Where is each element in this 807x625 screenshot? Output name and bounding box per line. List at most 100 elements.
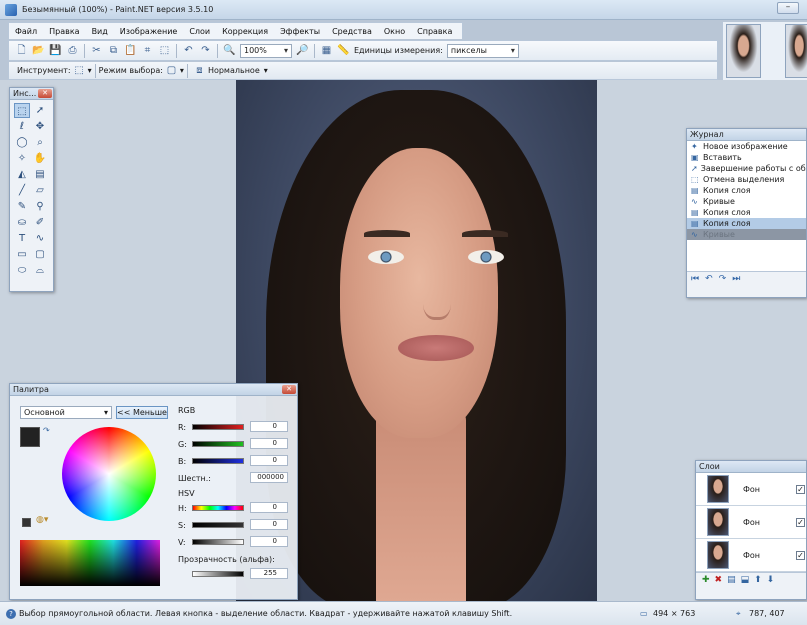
- layer-visibility-checkbox[interactable]: ✓: [796, 550, 805, 560]
- primary-color-swatch[interactable]: [20, 427, 40, 447]
- move-selection-icon[interactable]: ➚: [32, 103, 48, 118]
- menu-layers[interactable]: Слои: [183, 27, 216, 36]
- crop-icon[interactable]: ⌗: [141, 44, 154, 57]
- text-icon[interactable]: T: [14, 231, 30, 246]
- history-item-undone[interactable]: ∿ Кривые: [687, 229, 806, 240]
- redo-icon[interactable]: ↷: [199, 44, 212, 57]
- merge-layer-icon[interactable]: ⬓: [741, 575, 750, 585]
- palette-window-header[interactable]: Палитра ✕: [10, 384, 297, 396]
- menu-help[interactable]: Справка: [411, 27, 458, 36]
- history-item[interactable]: ▤ Копия слоя: [687, 185, 806, 196]
- palette-menu-icon[interactable]: ◍▾: [36, 515, 48, 525]
- add-layer-icon[interactable]: ✚: [702, 575, 710, 585]
- minimize-button[interactable]: –: [777, 2, 799, 14]
- paintbrush-icon[interactable]: ╱: [14, 183, 30, 198]
- less-button[interactable]: << Меньше: [116, 406, 168, 419]
- zoom-out-icon[interactable]: 🔍: [223, 44, 236, 57]
- recolor-icon[interactable]: ✐: [32, 215, 48, 230]
- lasso-icon[interactable]: ℓ: [14, 119, 30, 134]
- paint-bucket-icon[interactable]: ◭: [14, 167, 30, 182]
- duplicate-layer-icon[interactable]: ▤: [727, 575, 736, 585]
- rectangle-icon[interactable]: ▭: [14, 247, 30, 262]
- zoom-in-icon[interactable]: 🔎: [296, 44, 309, 57]
- hue-slider[interactable]: [192, 505, 244, 511]
- hex-value[interactable]: 000000: [250, 472, 288, 483]
- zoom-select[interactable]: 100%: [240, 43, 292, 58]
- save-icon[interactable]: 💾: [49, 44, 62, 57]
- alpha-value[interactable]: 255: [250, 568, 288, 579]
- green-value[interactable]: 0: [250, 438, 288, 449]
- red-slider[interactable]: [192, 424, 244, 430]
- red-value[interactable]: 0: [250, 421, 288, 432]
- paste-icon[interactable]: 📋: [124, 44, 137, 57]
- move-layer-down-icon[interactable]: ⬇: [767, 575, 775, 585]
- magic-wand-icon[interactable]: ✧: [14, 151, 30, 166]
- move-layer-up-icon[interactable]: ⬆: [754, 575, 762, 585]
- rectangle-select-icon[interactable]: ⬚: [14, 103, 30, 118]
- line-curve-icon[interactable]: ∿: [32, 231, 48, 246]
- step-back-icon[interactable]: ↶: [705, 274, 713, 284]
- layer-visibility-checkbox[interactable]: ✓: [796, 517, 805, 527]
- step-forward-icon[interactable]: ↷: [719, 274, 727, 284]
- layers-window-header[interactable]: Слои: [696, 461, 806, 473]
- image-thumbnail[interactable]: [726, 24, 761, 78]
- close-icon[interactable]: ✕: [282, 385, 296, 394]
- history-item[interactable]: ∿ Кривые: [687, 196, 806, 207]
- history-item[interactable]: ▣ Вставить: [687, 152, 806, 163]
- image-thumbnail[interactable]: [785, 24, 807, 78]
- menu-image[interactable]: Изображение: [114, 27, 184, 36]
- value-value[interactable]: 0: [250, 536, 288, 547]
- blend-mode-select[interactable]: Нормальное: [208, 66, 260, 75]
- zoom-icon[interactable]: ⌕: [32, 135, 48, 150]
- ellipse-icon[interactable]: ⬭: [14, 263, 30, 278]
- ellipse-select-icon[interactable]: ◯: [14, 135, 30, 150]
- menu-adjustments[interactable]: Коррекция: [216, 27, 274, 36]
- color-picker-icon[interactable]: ⚲: [32, 199, 48, 214]
- history-item[interactable]: ➚ Завершение работы с обл: [687, 163, 806, 174]
- history-item[interactable]: ⬚ Отмена выделения: [687, 174, 806, 185]
- pan-icon[interactable]: ✋: [32, 151, 48, 166]
- ruler-icon[interactable]: 📏: [337, 44, 350, 57]
- color-swatches[interactable]: [20, 540, 160, 586]
- history-item-selected[interactable]: ▤ Копия слоя: [687, 218, 806, 229]
- menu-window[interactable]: Окно: [378, 27, 411, 36]
- tool-dropdown-arrow[interactable]: ▾: [88, 66, 92, 75]
- blend-dropdown-arrow[interactable]: ▾: [264, 66, 268, 75]
- blue-slider[interactable]: [192, 458, 244, 464]
- history-item[interactable]: ✦ Новое изображение: [687, 141, 806, 152]
- print-icon[interactable]: ⎙: [66, 44, 79, 57]
- cut-icon[interactable]: ✂: [90, 44, 103, 57]
- units-select[interactable]: пикселы: [446, 43, 519, 58]
- mode-dropdown-arrow[interactable]: ▾: [180, 66, 184, 75]
- deselect-icon[interactable]: ⬚: [158, 44, 171, 57]
- pencil-icon[interactable]: ✎: [14, 199, 30, 214]
- eraser-icon[interactable]: ▱: [32, 183, 48, 198]
- menu-effects[interactable]: Эффекты: [274, 27, 326, 36]
- grid-icon[interactable]: ▦: [320, 44, 333, 57]
- tools-window-header[interactable]: Инс... ✕: [10, 88, 53, 100]
- freeform-shape-icon[interactable]: ⌓: [32, 263, 48, 278]
- delete-layer-icon[interactable]: ✖: [715, 575, 723, 585]
- fast-forward-icon[interactable]: ⏭: [732, 274, 740, 284]
- move-selected-icon[interactable]: ✥: [32, 119, 48, 134]
- color-mode-select[interactable]: Основной ▾: [20, 406, 112, 419]
- reset-colors-icon[interactable]: [22, 518, 31, 527]
- history-window-header[interactable]: Журнал: [687, 129, 806, 141]
- selection-mode-icon[interactable]: ▢: [165, 64, 178, 77]
- history-item[interactable]: ▤ Копия слоя: [687, 207, 806, 218]
- menu-utilities[interactable]: Средства: [326, 27, 378, 36]
- layer-row[interactable]: Фон ✓: [696, 473, 806, 506]
- layer-row[interactable]: Фон ✓: [696, 539, 806, 572]
- close-icon[interactable]: ✕: [38, 89, 52, 98]
- menu-file[interactable]: Файл: [9, 27, 43, 36]
- blue-value[interactable]: 0: [250, 455, 288, 466]
- rounded-rectangle-icon[interactable]: ▢: [32, 247, 48, 262]
- menu-view[interactable]: Вид: [86, 27, 114, 36]
- rewind-icon[interactable]: ⏮: [691, 274, 699, 284]
- color-wheel[interactable]: [62, 427, 156, 521]
- clone-stamp-icon[interactable]: ⛀: [14, 215, 30, 230]
- undo-icon[interactable]: ↶: [182, 44, 195, 57]
- hue-value[interactable]: 0: [250, 502, 288, 513]
- new-icon[interactable]: 🗋: [15, 44, 28, 57]
- layer-visibility-checkbox[interactable]: ✓: [796, 484, 805, 494]
